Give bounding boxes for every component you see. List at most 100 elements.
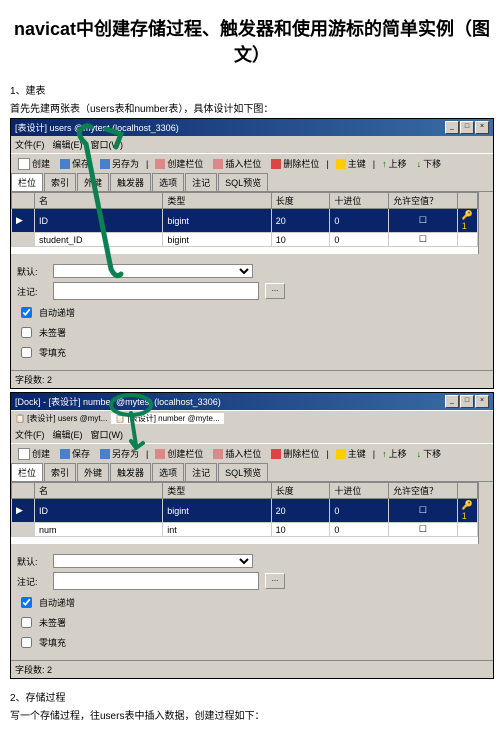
col-len[interactable]: 长度 — [271, 193, 330, 209]
field-grid[interactable]: 名 类型 长度 十进位 允许空值？ ▶ ID bigint 20 0 ☐ 🔑1 — [11, 192, 478, 254]
maximize-button[interactable]: □ — [460, 395, 474, 408]
minimize-button[interactable]: _ — [445, 121, 459, 134]
save-icon — [60, 159, 70, 169]
addcol-icon — [155, 449, 165, 459]
col-name[interactable]: 名 — [34, 193, 162, 209]
statusbar: 字段数: 2 — [11, 370, 493, 388]
menu-file[interactable]: 文件(F) — [15, 138, 45, 151]
arrow-down-icon: ↓ — [417, 449, 422, 459]
unsigned-checkbox[interactable] — [21, 327, 32, 338]
default-label: 默认: — [17, 555, 47, 568]
table-row[interactable]: student_ID bigint 10 0 ☐ — [12, 233, 478, 247]
field-grid[interactable]: 名 类型 长度 十进位 允许空值？ ▶ ID bigint 20 0 ☐ 🔑1 — [11, 482, 478, 544]
saveas-icon — [100, 159, 110, 169]
addcol-button[interactable]: 创建栏位 — [152, 446, 206, 461]
tab-options[interactable]: 选项 — [152, 463, 184, 481]
unsigned-checkbox[interactable] — [21, 617, 32, 628]
arrow-down-icon: ↓ — [417, 159, 422, 169]
col-null[interactable]: 允许空值？ — [389, 193, 458, 209]
titlebar[interactable]: [表设计] users @mytest (localhost_3306) _ □… — [11, 119, 493, 136]
autoinc-checkbox[interactable] — [21, 597, 32, 608]
saveas-button[interactable]: 另存为 — [97, 156, 142, 171]
zerofill-checkbox[interactable] — [21, 347, 32, 358]
comment-browse-button[interactable]: ... — [265, 573, 285, 589]
tab-index[interactable]: 索引 — [44, 463, 76, 481]
menu-edit[interactable]: 编辑(E) — [53, 428, 83, 441]
doc-tab-users[interactable]: 📋 [表设计] users @myt... — [15, 413, 107, 424]
addcol-button[interactable]: 创建栏位 — [152, 156, 206, 171]
page-title: navicat中创建存储过程、触发器和使用游标的简单实例（图文） — [10, 15, 494, 67]
menu-window[interactable]: 窗口(W) — [91, 138, 124, 151]
up-button[interactable]: ↑上移 — [379, 156, 410, 171]
down-button[interactable]: ↓下移 — [414, 156, 445, 171]
zerofill-label: 零填充 — [39, 636, 66, 649]
statusbar: 字段数: 2 — [11, 660, 493, 678]
pk-button[interactable]: 主键 — [333, 446, 369, 461]
autoinc-checkbox[interactable] — [21, 307, 32, 318]
up-button[interactable]: ↑上移 — [379, 446, 410, 461]
comment-input[interactable] — [53, 572, 259, 590]
tab-sql[interactable]: SQL预览 — [218, 173, 268, 191]
col-type[interactable]: 类型 — [163, 193, 271, 209]
table-row[interactable]: ▶ ID bigint 20 0 ☐ 🔑1 — [12, 499, 478, 523]
close-button[interactable]: × — [475, 395, 489, 408]
zerofill-checkbox[interactable] — [21, 637, 32, 648]
tab-fk[interactable]: 外键 — [77, 463, 109, 481]
pk-button[interactable]: 主键 — [333, 156, 369, 171]
col-name[interactable]: 名 — [34, 483, 162, 499]
tab-comment[interactable]: 注记 — [185, 173, 217, 191]
tab-fk[interactable]: 外键 — [77, 173, 109, 191]
col-null[interactable]: 允许空值？ — [389, 483, 458, 499]
default-select[interactable] — [53, 264, 253, 278]
col-dec[interactable]: 十进位 — [330, 193, 389, 209]
zerofill-label: 零填充 — [39, 346, 66, 359]
tabbar: 栏位 索引 外键 触发器 选项 注记 SQL预览 — [11, 463, 493, 482]
tab-fields[interactable]: 栏位 — [11, 173, 43, 191]
new-button[interactable]: 创建 — [15, 446, 53, 461]
inscol-button[interactable]: 插入栏位 — [210, 156, 264, 171]
tab-trigger[interactable]: 触发器 — [110, 173, 151, 191]
table-row[interactable]: ▶ ID bigint 20 0 ☐ 🔑1 — [12, 209, 478, 233]
doc-tab-number[interactable]: 📋 [表设计] number @myte... — [111, 413, 223, 424]
minimize-button[interactable]: _ — [445, 395, 459, 408]
comment-input[interactable] — [53, 282, 259, 300]
saveas-button[interactable]: 另存为 — [97, 446, 142, 461]
menu-file[interactable]: 文件(F) — [15, 428, 45, 441]
tab-index[interactable]: 索引 — [44, 173, 76, 191]
comment-browse-button[interactable]: ... — [265, 283, 285, 299]
doc-tabs: 📋 [表设计] users @myt... 📋 [表设计] number @my… — [11, 410, 493, 426]
tab-fields[interactable]: 栏位 — [11, 463, 43, 481]
inscol-button[interactable]: 插入栏位 — [210, 446, 264, 461]
tab-options[interactable]: 选项 — [152, 173, 184, 191]
row-header — [12, 483, 35, 499]
col-pk — [457, 483, 477, 499]
save-icon — [60, 449, 70, 459]
tab-trigger[interactable]: 触发器 — [110, 463, 151, 481]
section-2-num: 2、存储过程 — [10, 689, 494, 704]
tab-comment[interactable]: 注记 — [185, 463, 217, 481]
menubar: 文件(F) 编辑(E) 窗口(W) — [11, 136, 493, 153]
col-type[interactable]: 类型 — [163, 483, 271, 499]
tab-sql[interactable]: SQL预览 — [218, 463, 268, 481]
delcol-button[interactable]: 删除栏位 — [268, 156, 322, 171]
toolbar: 创建 保存 另存为 | 创建栏位 插入栏位 删除栏位 | 主键 | ↑上移 ↓下… — [11, 443, 493, 463]
delcol-button[interactable]: 删除栏位 — [268, 446, 322, 461]
col-len[interactable]: 长度 — [271, 483, 330, 499]
scrollbar[interactable] — [478, 192, 493, 254]
maximize-button[interactable]: □ — [460, 121, 474, 134]
close-button[interactable]: × — [475, 121, 489, 134]
save-button[interactable]: 保存 — [57, 156, 93, 171]
scrollbar[interactable] — [478, 482, 493, 544]
section-1-desc: 首先先建两张表（users表和number表），具体设计如下图： — [10, 100, 494, 115]
table-row[interactable]: num int 10 0 ☐ — [12, 523, 478, 537]
titlebar[interactable]: [Dock] - [表设计] number @mytest (localhost… — [11, 393, 493, 410]
window-title: [Dock] - [表设计] number @mytest (localhost… — [15, 395, 221, 408]
saveas-icon — [100, 449, 110, 459]
default-select[interactable] — [53, 554, 253, 568]
save-button[interactable]: 保存 — [57, 446, 93, 461]
new-button[interactable]: 创建 — [15, 156, 53, 171]
menu-window[interactable]: 窗口(W) — [91, 428, 124, 441]
menu-edit[interactable]: 编辑(E) — [53, 138, 83, 151]
col-dec[interactable]: 十进位 — [330, 483, 389, 499]
down-button[interactable]: ↓下移 — [414, 446, 445, 461]
